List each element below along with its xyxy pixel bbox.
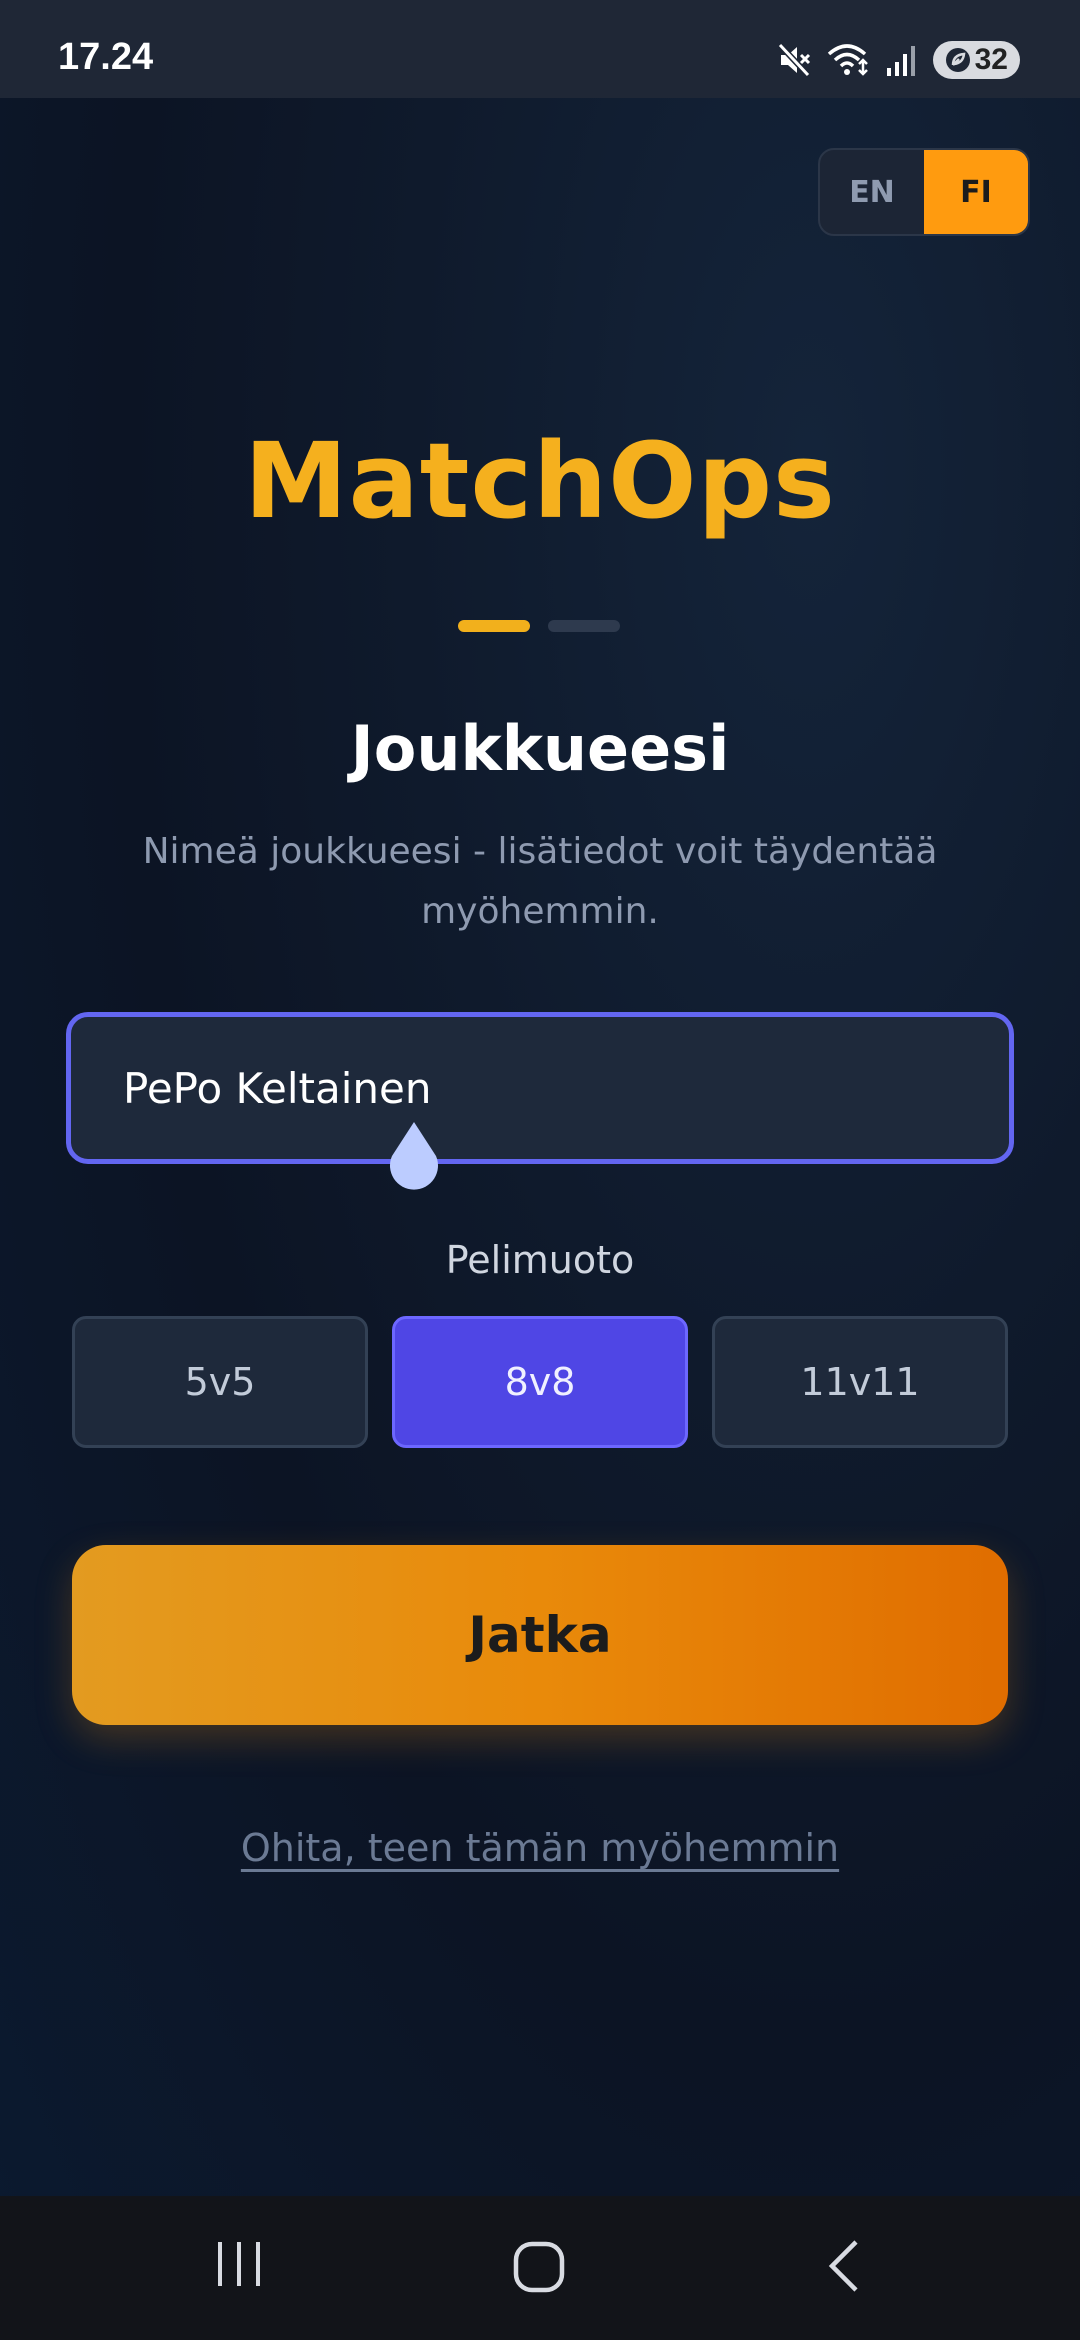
skip-link[interactable]: Ohita, teen tämän myöhemmin bbox=[0, 1826, 1080, 1870]
battery-level: 32 bbox=[974, 43, 1008, 76]
format-11v11-button[interactable]: 11v11 bbox=[712, 1316, 1008, 1448]
status-bar: 17.24 32 bbox=[0, 0, 1080, 98]
page-title: Joukkueesi bbox=[350, 712, 730, 785]
status-icons: 32 bbox=[776, 38, 1020, 82]
wifi-icon bbox=[827, 44, 868, 76]
battery-saver-icon bbox=[945, 48, 970, 72]
step-1 bbox=[458, 620, 530, 632]
navigation-bar bbox=[0, 2196, 1080, 2340]
mute-icon bbox=[776, 42, 811, 78]
format-5v5-button[interactable]: 5v5 bbox=[72, 1316, 368, 1448]
format-label: Pelimuoto bbox=[445, 1238, 635, 1282]
app-logo: MatchOps bbox=[244, 420, 836, 542]
language-toggle: EN FI bbox=[818, 148, 1030, 236]
status-time: 17.24 bbox=[58, 36, 154, 78]
team-name-input[interactable] bbox=[66, 1012, 1014, 1164]
format-options: 5v5 8v8 11v11 bbox=[72, 1316, 1008, 1448]
lang-en-button[interactable]: EN bbox=[820, 150, 924, 234]
signal-icon bbox=[886, 46, 915, 76]
format-8v8-button[interactable]: 8v8 bbox=[392, 1316, 688, 1448]
page-subtitle: Nimeä joukkueesi - lisätiedot voit täyde… bbox=[142, 831, 938, 932]
battery-indicator: 32 bbox=[932, 41, 1020, 79]
text-cursor-handle[interactable] bbox=[384, 1118, 444, 1194]
back-icon[interactable] bbox=[820, 2236, 870, 2296]
home-icon[interactable] bbox=[510, 2236, 570, 2296]
step-indicator bbox=[458, 620, 620, 632]
lang-fi-button[interactable]: FI bbox=[924, 150, 1028, 234]
recent-apps-icon[interactable] bbox=[212, 2236, 266, 2292]
step-2 bbox=[548, 620, 620, 632]
continue-button[interactable]: Jatka bbox=[72, 1545, 1008, 1725]
